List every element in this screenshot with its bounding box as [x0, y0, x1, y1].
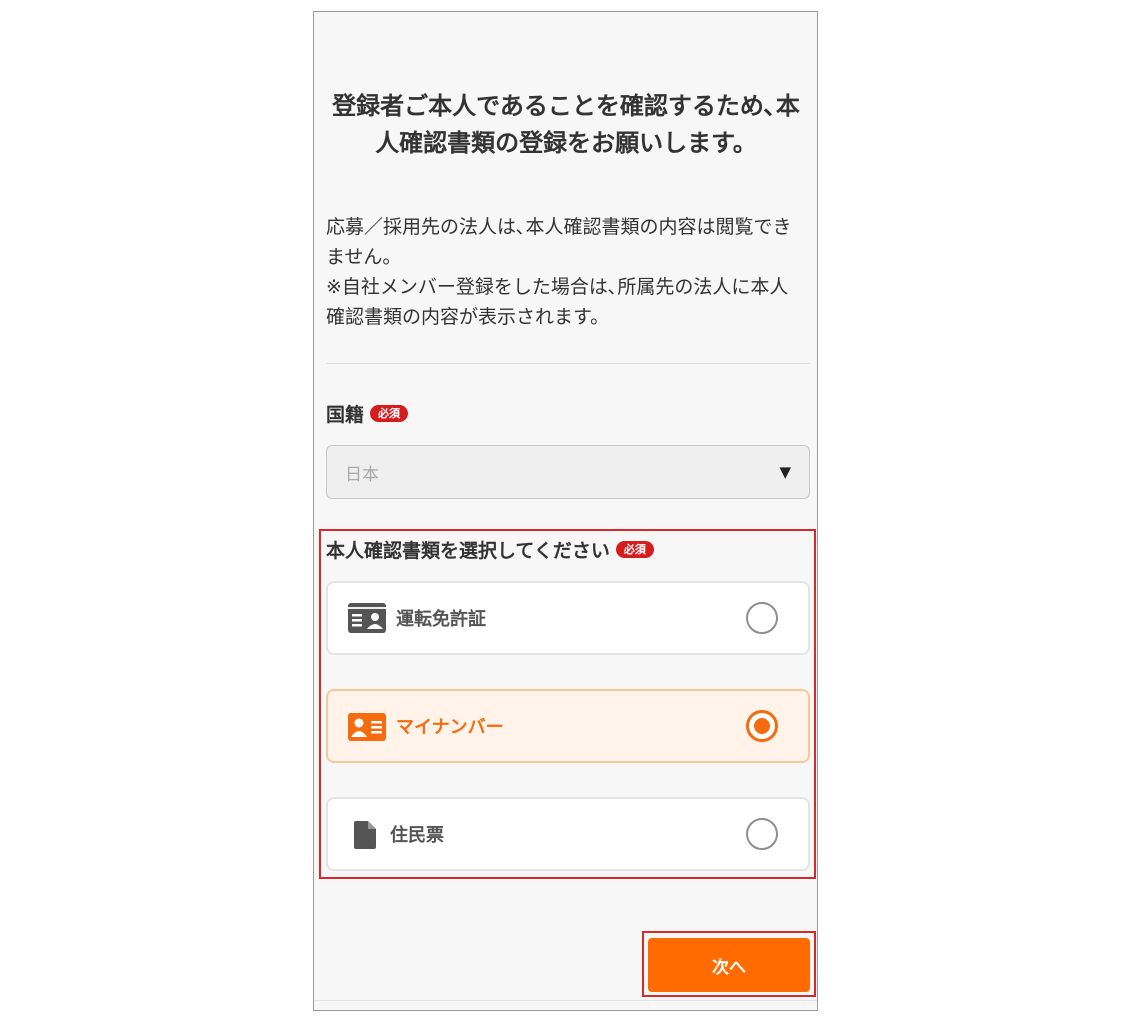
radio-button-selected[interactable]	[746, 710, 778, 742]
nationality-label-row: 国籍 必須	[326, 400, 409, 427]
document-option-my-number[interactable]: マイナンバー	[326, 689, 810, 763]
id-card-icon	[348, 603, 386, 633]
radio-button[interactable]	[746, 602, 778, 634]
document-option-drivers-license[interactable]: 運転免許証	[326, 581, 810, 655]
next-button[interactable]: 次へ	[648, 938, 810, 992]
radio-button[interactable]	[746, 818, 778, 850]
my-number-card-icon	[348, 713, 386, 741]
section-divider	[326, 363, 810, 364]
privacy-notice: 応募／採用先の法人は､本人確認書類の内容は閲覧できません。 ※自社メンバー登録を…	[326, 212, 806, 332]
radio-selected-dot	[754, 718, 770, 734]
nationality-selected-value: 日本	[345, 464, 379, 485]
page-title: 登録者ご本人であることを確認するため､本人確認書類の登録をお願いします。	[332, 92, 800, 157]
chevron-down-icon: ▼	[779, 463, 791, 481]
required-badge: 必須	[615, 541, 654, 558]
document-icon	[354, 821, 376, 849]
document-type-label-row: 本人確認書類を選択してください 必須	[326, 536, 654, 563]
privacy-notice-line-2: ※自社メンバー登録をした場合は､所属先の法人に本人確認書類の内容が表示されます。	[326, 276, 789, 328]
footer-divider	[314, 1000, 817, 1001]
nationality-label: 国籍	[326, 404, 365, 426]
nationality-select[interactable]: 日本 ▼	[326, 445, 810, 499]
mobile-screen: 登録者ご本人であることを確認するため､本人確認書類の登録をお願いします。 応募／…	[313, 11, 818, 1011]
document-option-label: 住民票	[390, 825, 444, 846]
document-option-label: マイナンバー	[396, 717, 504, 738]
required-badge: 必須	[370, 405, 409, 422]
document-option-residence-certificate[interactable]: 住民票	[326, 797, 810, 871]
document-option-label: 運転免許証	[396, 609, 486, 630]
privacy-notice-line-1: 応募／採用先の法人は､本人確認書類の内容は閲覧できません。	[326, 216, 792, 268]
document-type-label: 本人確認書類を選択してください	[326, 540, 610, 562]
